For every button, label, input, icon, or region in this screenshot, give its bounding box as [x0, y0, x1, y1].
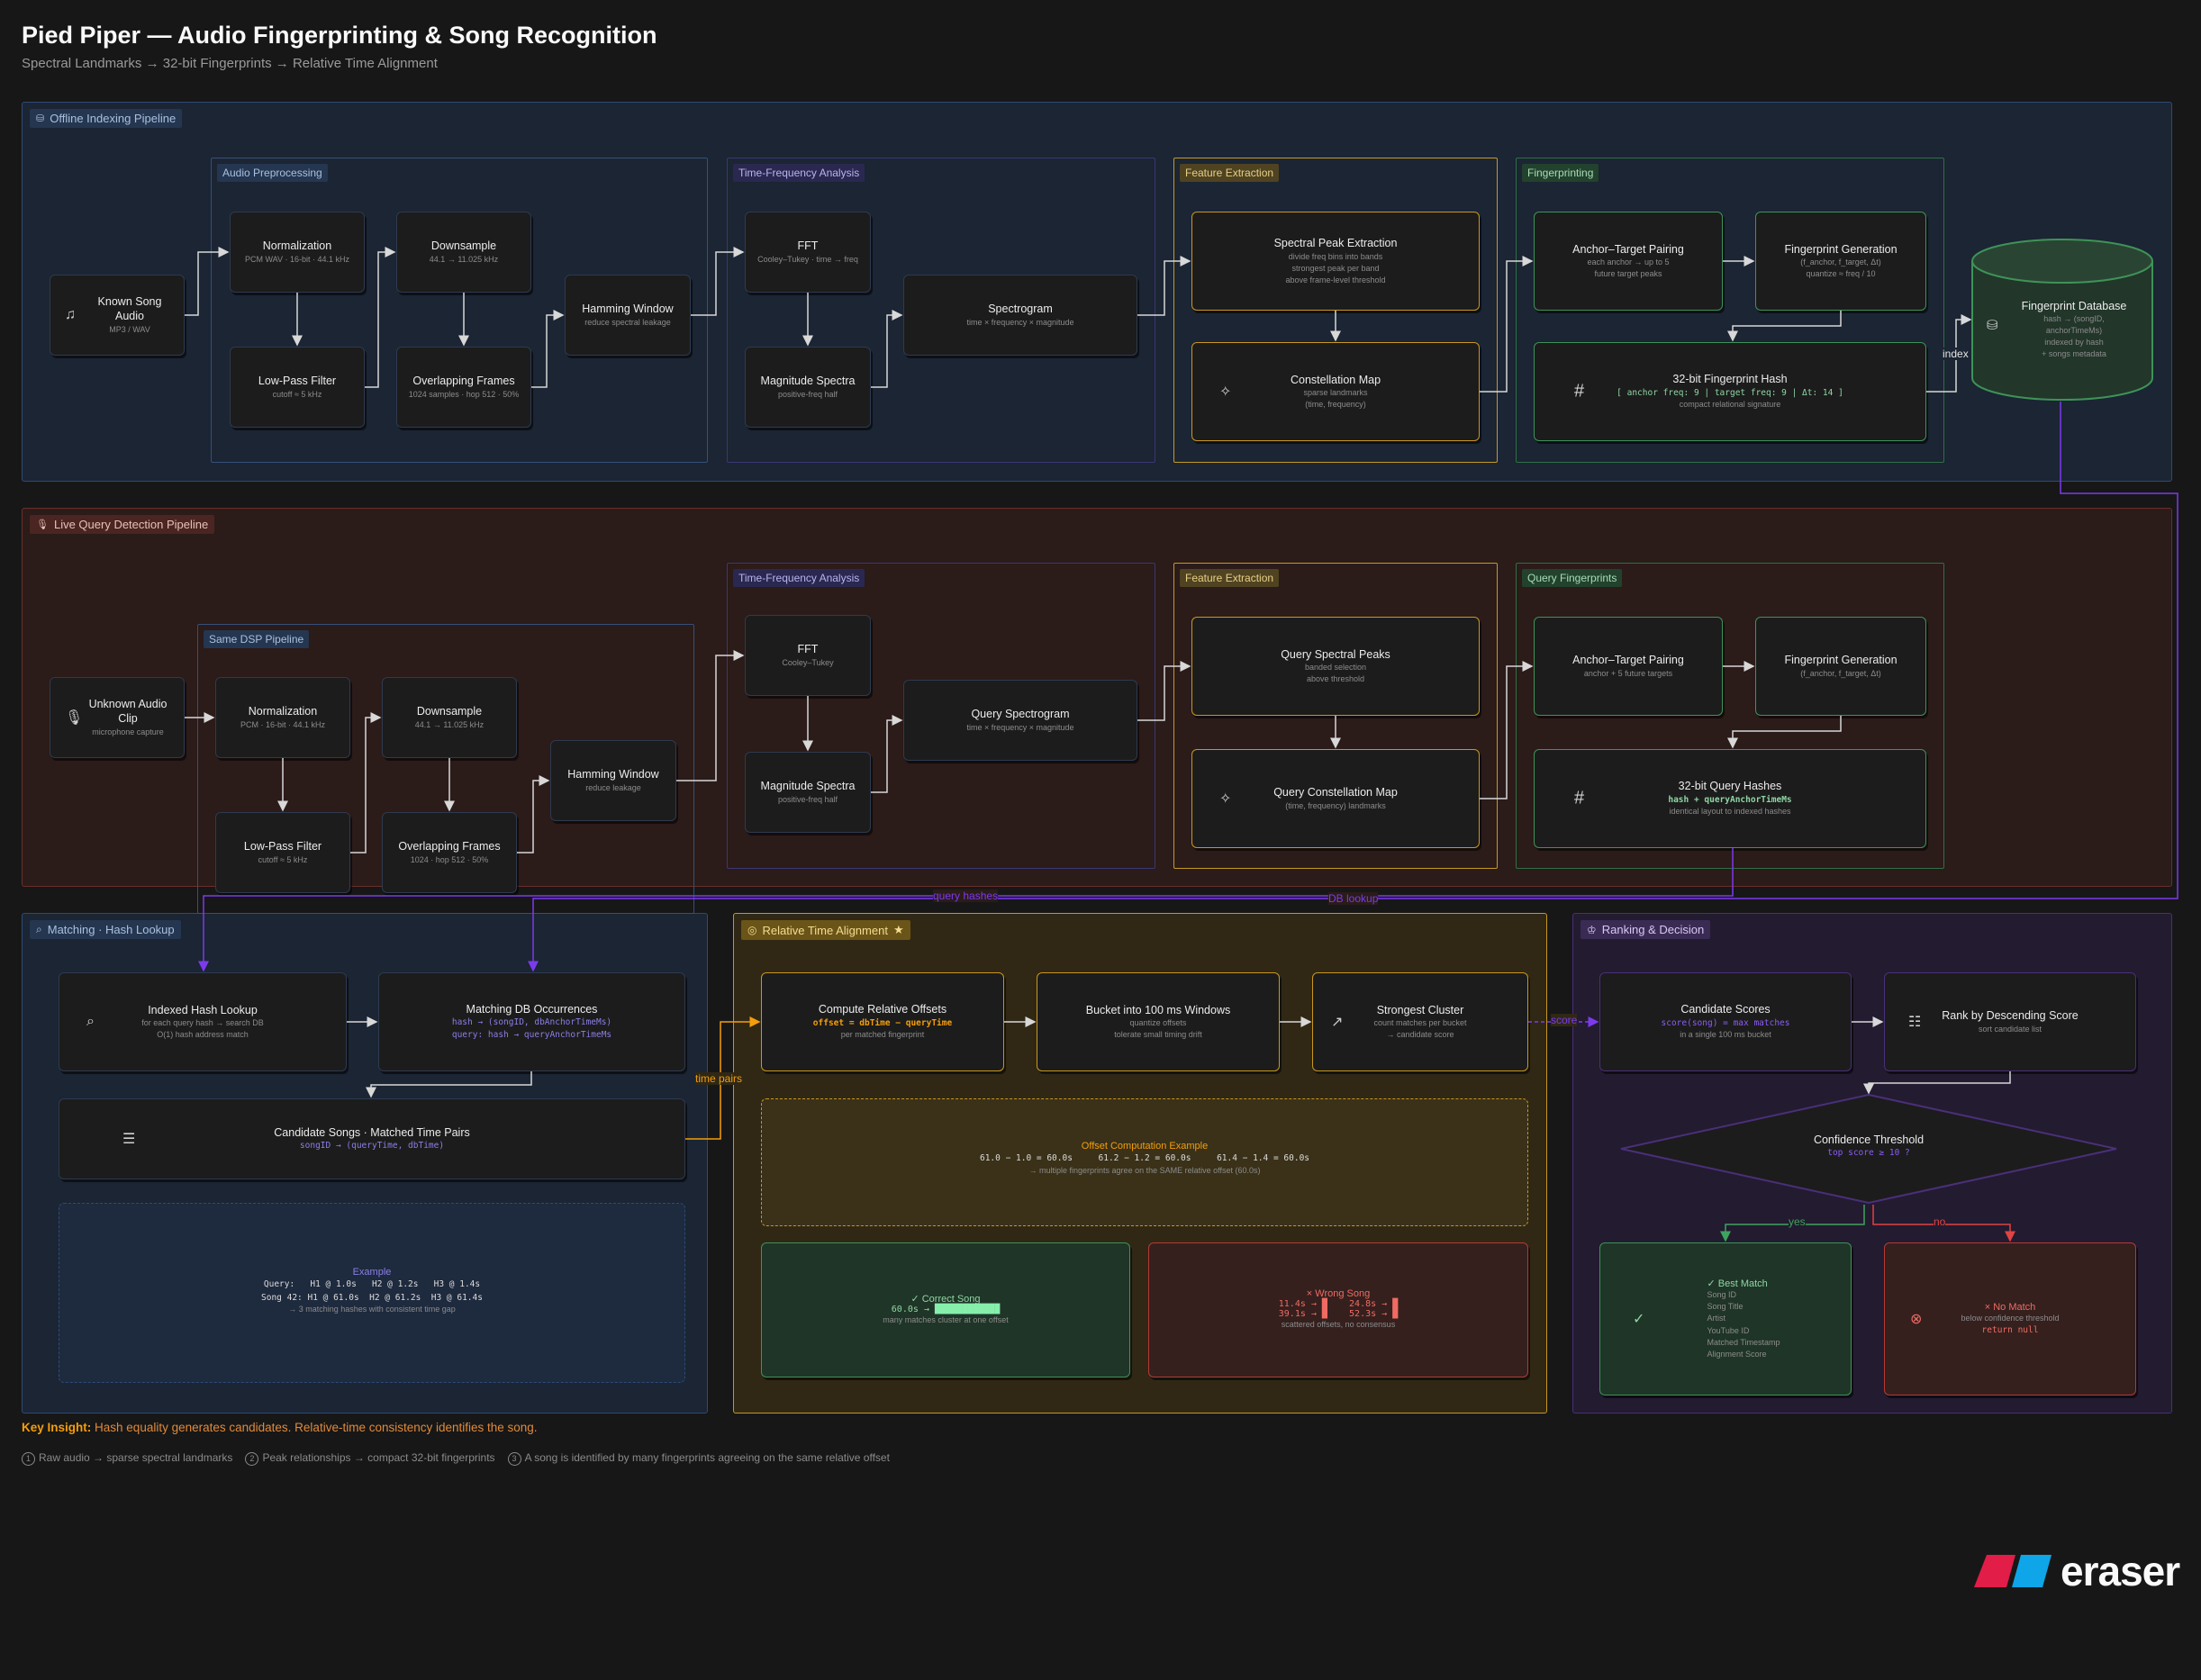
note-text: A song is identified by many fingerprint…: [524, 1451, 890, 1464]
edge-label-index: index: [1943, 348, 1969, 360]
edge-label-query-hashes: query hashes: [933, 890, 999, 902]
footer-note: 3A song is identified by many fingerprin…: [507, 1451, 890, 1466]
eraser-wordmark: eraser: [2061, 1548, 2180, 1594]
key-insight-label: Key Insight:: [22, 1421, 92, 1434]
key-insight-text: Hash equality generates candidates. Rela…: [95, 1421, 538, 1434]
footer-note: 2 Peak relationships → compact 32-bit fin…: [245, 1451, 495, 1466]
key-insight: Key Insight: Hash equality generates can…: [22, 1421, 538, 1434]
note-text: Raw audio → sparse spectral landmarks: [39, 1451, 233, 1464]
footer-notes: 1 Raw audio → sparse spectral landmarks 2…: [22, 1451, 890, 1466]
edge-label-time-pairs: time pairs: [695, 1072, 743, 1085]
note-number: 2: [245, 1452, 259, 1466]
note-text: Peak relationships → compact 32-bit fing…: [262, 1451, 495, 1464]
eraser-logo-mark: [1974, 1555, 2052, 1587]
note-number: 3: [507, 1452, 521, 1466]
eraser-logo: eraser: [1974, 1547, 2180, 1595]
footer-note: 1 Raw audio → sparse spectral landmarks: [22, 1451, 232, 1466]
edge-label-yes: yes: [1789, 1215, 1806, 1228]
edge-label-no: no: [1934, 1215, 1946, 1228]
note-number: 1: [22, 1452, 35, 1466]
edge-label-db-lookup: DB lookup: [1328, 892, 1379, 905]
edge-label-score: score: [1551, 1014, 1578, 1026]
